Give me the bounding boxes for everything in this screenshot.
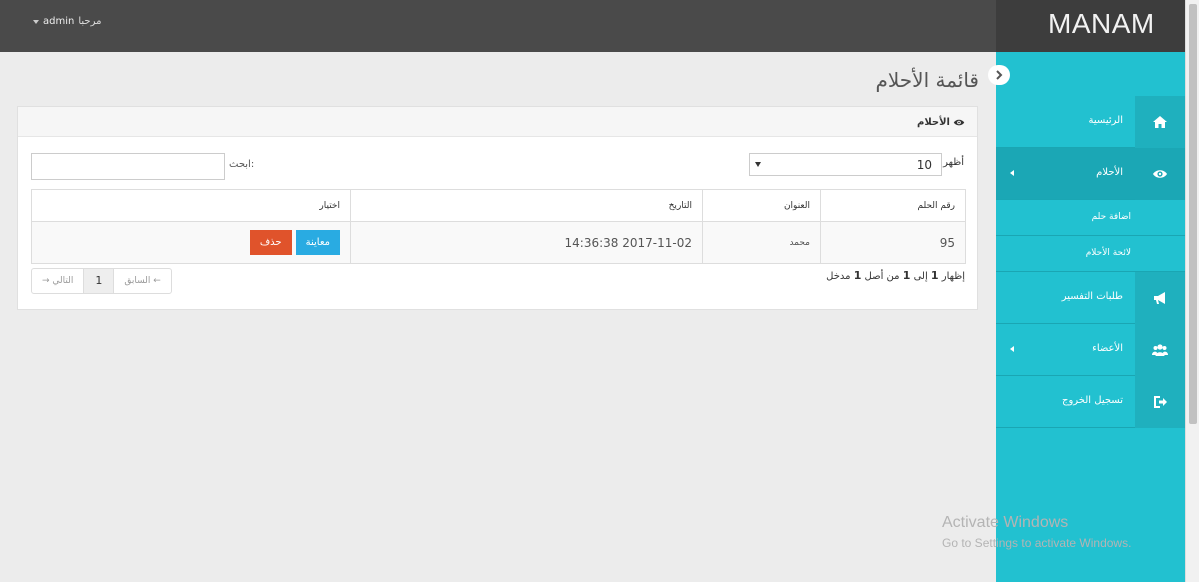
user-menu[interactable]: مرحبا admin bbox=[30, 16, 101, 27]
megaphone-icon bbox=[1154, 292, 1165, 304]
sidebar-item-members[interactable]: الأعضاء bbox=[996, 324, 1185, 376]
watermark-title: Activate Windows bbox=[942, 514, 1069, 531]
users-icon bbox=[1152, 344, 1168, 356]
sidebar-item-label: طلبات التفسير bbox=[1061, 291, 1123, 302]
column-header-title[interactable]: العنوان bbox=[702, 189, 821, 222]
sidebar-item-label: الأعضاء bbox=[1092, 343, 1123, 354]
column-header-date[interactable]: التاريخ bbox=[350, 189, 703, 222]
dreams-table: رقم الحلم العنوان التاريخ اختيار 95 محمد… bbox=[31, 189, 966, 264]
table-header-row: رقم الحلم العنوان التاريخ اختيار bbox=[31, 189, 966, 222]
sidebar-item-logout[interactable]: تسجيل الخروج bbox=[996, 376, 1185, 428]
info-from: 1 bbox=[930, 269, 939, 282]
info-prefix: إظهار bbox=[941, 271, 965, 282]
submenu-arrow-icon bbox=[1010, 170, 1014, 176]
pagination-previous[interactable]: ← السابق bbox=[114, 269, 170, 293]
table-info: إظهار 1 إلى 1 من أصل 1 مدخل bbox=[826, 269, 965, 282]
pagination-next[interactable]: التالي → bbox=[32, 269, 83, 293]
submenu-arrow-icon bbox=[1010, 346, 1014, 352]
eye-icon bbox=[953, 119, 965, 126]
chevron-right-icon bbox=[996, 70, 1003, 80]
dreams-panel: الأحلام أظهر 10 ابحث: رقم الحلم العنوان … bbox=[17, 106, 978, 310]
watermark-subtitle: Go to Settings to activate Windows. bbox=[942, 536, 1132, 550]
activate-windows-watermark: Activate Windows Go to Settings to activ… bbox=[942, 514, 1131, 550]
sidebar-item-label: الأحلام bbox=[1096, 167, 1123, 178]
info-suffix: مدخل bbox=[826, 271, 851, 282]
page-title: قائمة الأحلام bbox=[875, 68, 979, 92]
greeting-text: مرحبا bbox=[78, 16, 102, 27]
brand-name: MANAM bbox=[1048, 8, 1155, 39]
table-row: 95 محمد 2017-11-02 14:36:38 معاينةحذف bbox=[31, 221, 966, 264]
pagination: ← السابق 1 التالي → bbox=[31, 268, 172, 294]
view-button[interactable]: معاينة bbox=[295, 230, 340, 255]
sidebar-subitem-add-dream[interactable]: اضافة حلم bbox=[996, 200, 1185, 236]
cell-date: 2017-11-02 14:36:38 bbox=[350, 221, 703, 264]
sidebar-subitem-dream-list[interactable]: لائحة الأحلام bbox=[996, 236, 1185, 272]
sidebar-item-interpretation-requests[interactable]: طلبات التفسير bbox=[996, 272, 1185, 324]
panel-header: الأحلام bbox=[18, 107, 977, 137]
dropdown-arrow-icon bbox=[755, 162, 761, 167]
sidebar-subitem-label: اضافة حلم bbox=[1091, 212, 1131, 222]
entries-length-value: 10 bbox=[916, 158, 932, 172]
column-header-id[interactable]: رقم الحلم bbox=[820, 189, 966, 222]
username: admin bbox=[43, 16, 75, 27]
panel-title-text: الأحلام bbox=[916, 117, 950, 128]
top-bar: مرحبا admin bbox=[0, 0, 996, 52]
info-to-word: إلى bbox=[913, 271, 928, 282]
cell-actions: معاينةحذف bbox=[31, 221, 351, 264]
pagination-page-1[interactable]: 1 bbox=[83, 269, 115, 293]
vertical-scrollbar[interactable] bbox=[1185, 0, 1199, 582]
brand-logo[interactable]: MANAM bbox=[996, 0, 1185, 52]
sign-out-icon bbox=[1154, 396, 1167, 408]
scrollbar-thumb[interactable] bbox=[1189, 4, 1197, 424]
search-input[interactable] bbox=[31, 153, 225, 180]
show-entries-label: أظهر bbox=[943, 157, 964, 168]
panel-title: الأحلام bbox=[917, 117, 965, 128]
caret-down-icon bbox=[33, 19, 39, 24]
delete-button[interactable]: حذف bbox=[249, 230, 292, 255]
sidebar: الرئيسية الأحلام اضافة حلم لائحة الأحلام… bbox=[988, 52, 1185, 582]
info-total: 1 bbox=[853, 269, 862, 282]
cell-title: محمد bbox=[702, 221, 821, 264]
column-header-actions: اختيار bbox=[31, 189, 351, 222]
info-to: 1 bbox=[902, 269, 911, 282]
sidebar-subitem-label: لائحة الأحلام bbox=[1085, 248, 1131, 258]
sidebar-item-home[interactable]: الرئيسية bbox=[996, 96, 1185, 148]
cell-id: 95 bbox=[820, 221, 966, 264]
sidebar-toggle-button[interactable] bbox=[988, 65, 1010, 85]
sidebar-item-label: تسجيل الخروج bbox=[1061, 395, 1123, 406]
sidebar-nav: الرئيسية الأحلام اضافة حلم لائحة الأحلام… bbox=[996, 96, 1185, 428]
entries-length-select[interactable]: 10 bbox=[749, 153, 942, 176]
home-icon bbox=[1153, 116, 1167, 128]
search-label: ابحث: bbox=[229, 159, 255, 170]
sidebar-item-label: الرئيسية bbox=[1088, 115, 1123, 126]
info-of-word: من أصل bbox=[864, 271, 900, 282]
eye-icon bbox=[1153, 170, 1167, 178]
sidebar-item-dreams[interactable]: الأحلام bbox=[996, 148, 1185, 200]
